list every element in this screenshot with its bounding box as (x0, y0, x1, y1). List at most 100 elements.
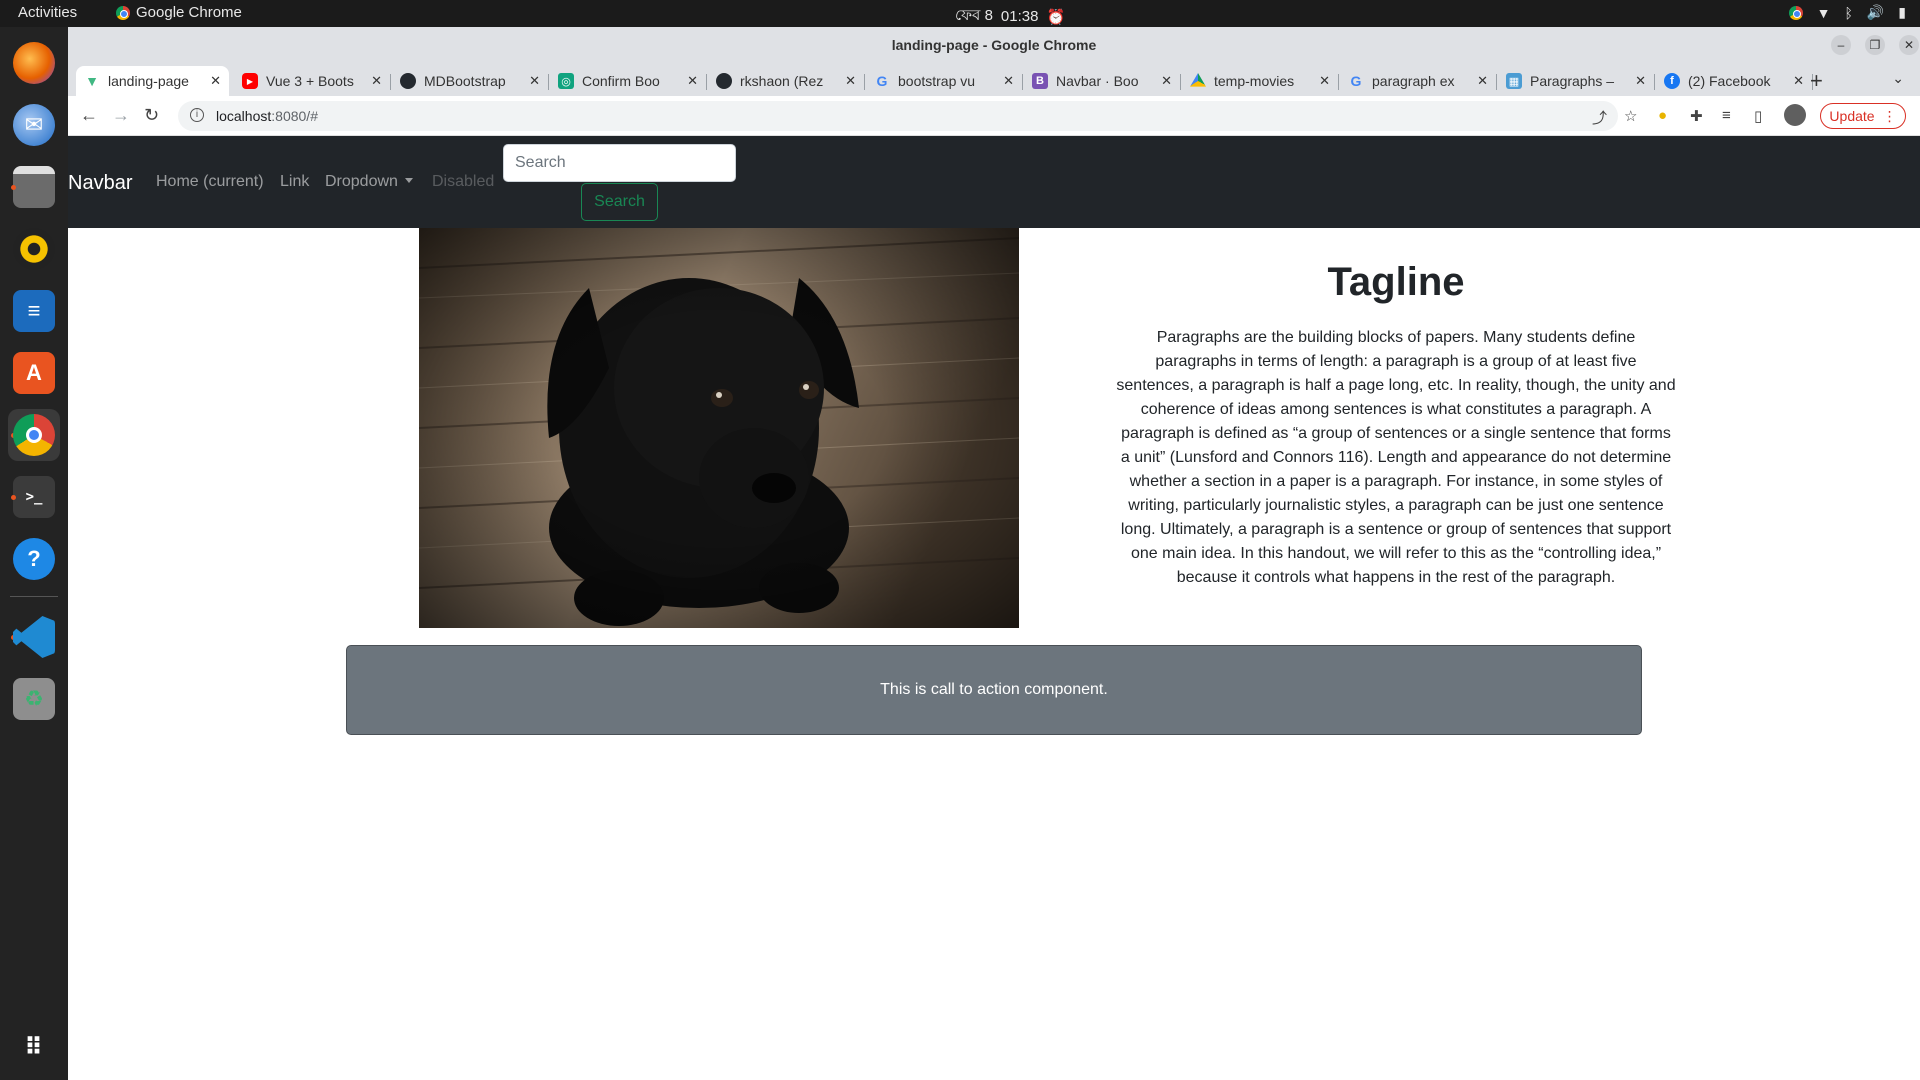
google-icon: G (876, 73, 888, 89)
help-icon: ? (13, 538, 55, 580)
puppy-illustration (419, 228, 1019, 628)
update-button[interactable]: Update ⋮ (1820, 103, 1906, 129)
dock-writer[interactable]: ≡ (8, 285, 60, 337)
drive-icon (1190, 73, 1206, 87)
call-to-action-banner: This is call to action component. (346, 645, 1642, 735)
site-info-icon[interactable]: i (190, 108, 204, 122)
dock-show-apps[interactable]: ⠿ (8, 1021, 60, 1073)
close-tab-icon[interactable]: ✕ (1793, 73, 1804, 89)
tab-rkshaon[interactable]: rkshaon (Rez ✕ (708, 66, 864, 96)
close-tab-icon[interactable]: ✕ (371, 73, 382, 89)
terminal-icon: >_ (13, 476, 55, 518)
clock[interactable]: ফেব 8 01:38 ⏰ (955, 4, 1065, 29)
share-icon[interactable]: ⤴ (1592, 107, 1607, 128)
chrome-app-icon (13, 414, 55, 456)
nav-link[interactable]: Link (280, 173, 309, 191)
unc-icon: ▦ (1506, 73, 1522, 89)
vscode-icon (13, 616, 55, 658)
tab-bootstrap-vue[interactable]: G bootstrap vu ✕ (866, 66, 1022, 96)
firefox-icon (13, 42, 55, 84)
youtube-icon: ▶ (242, 73, 258, 89)
intro-paragraph: Paragraphs are the building blocks of pa… (1116, 329, 1676, 586)
nav-home[interactable]: Home (current) (156, 173, 264, 191)
browser-window: landing-page - Google Chrome – ❐ ✕ ▼ lan… (68, 27, 1920, 1080)
close-tab-icon[interactable]: ✕ (1161, 73, 1172, 89)
media-queue-icon[interactable]: ≡ (1722, 107, 1731, 124)
extension-cookie-icon[interactable]: ● (1658, 107, 1667, 124)
nav-dropdown[interactable]: Dropdown (325, 173, 413, 191)
minimize-button[interactable]: – (1831, 35, 1851, 55)
more-menu-icon: ⋮ (1882, 107, 1897, 124)
facebook-icon: f (1664, 73, 1680, 89)
tab-facebook[interactable]: f (2) Facebook ✕ (1656, 66, 1812, 96)
trash-icon: ♻ (13, 678, 55, 720)
chrome-tray-icon (1788, 5, 1803, 20)
navbar-brand[interactable]: Navbar (68, 172, 132, 195)
close-tab-icon[interactable]: ✕ (1003, 73, 1014, 89)
tagline-heading: Tagline (1327, 260, 1465, 304)
github-icon (400, 73, 416, 89)
tab-youtube[interactable]: ▶ Vue 3 + Boots ✕ (234, 66, 390, 96)
dock: ✉ ≡ A >_ ? ♻ ⠿ (0, 27, 68, 1080)
forward-button[interactable]: → (112, 105, 130, 126)
close-window-button[interactable]: ✕ (1899, 35, 1919, 55)
window-title: landing-page - Google Chrome (891, 37, 1097, 53)
dock-separator (10, 596, 58, 597)
close-tab-icon[interactable]: ✕ (845, 73, 856, 89)
app-menu[interactable]: Google Chrome (116, 4, 242, 21)
tab-strip: ▼ landing-page ✕ ▶ Vue 3 + Boots ✕ MDBoo… (68, 64, 1920, 96)
address-bar[interactable]: i localhost:8080/# (178, 101, 1618, 131)
dock-thunderbird[interactable]: ✉ (8, 99, 60, 151)
dock-terminal[interactable]: >_ (8, 471, 60, 523)
dock-rhythmbox[interactable] (8, 223, 60, 275)
battery-icon: ▮ (1898, 4, 1906, 20)
hero-image-puppy (419, 228, 1019, 628)
thunderbird-icon: ✉ (13, 104, 55, 146)
side-panel-icon[interactable]: ▯ (1754, 107, 1762, 125)
dock-trash[interactable]: ♻ (8, 673, 60, 725)
tab-paragraphs[interactable]: ▦ Paragraphs – ✕ (1498, 66, 1654, 96)
chrome-icon (116, 5, 130, 20)
extensions-puzzle-icon[interactable]: ✚ (1690, 107, 1703, 125)
search-button[interactable]: Search (581, 183, 658, 221)
openai-icon: ◎ (558, 73, 574, 89)
dock-files[interactable] (8, 161, 60, 213)
site-navbar: Navbar Home (current) Link Dropdown Disa… (68, 136, 1920, 228)
maximize-button[interactable]: ❐ (1865, 35, 1885, 55)
search-input[interactable] (503, 144, 736, 182)
back-button[interactable]: ← (80, 105, 98, 126)
vue-icon: ▼ (85, 73, 99, 89)
tab-chatgpt[interactable]: ◎ Confirm Boo ✕ (550, 66, 706, 96)
system-tray[interactable]: ▼ ᛒ 🔊 ▮ (1788, 4, 1906, 21)
reload-button[interactable]: ↻ (144, 105, 159, 126)
close-tab-icon[interactable]: ✕ (1319, 73, 1330, 89)
app-menu-label: Google Chrome (136, 4, 242, 21)
dock-vscode[interactable] (8, 611, 60, 663)
cta-text: This is call to action component. (880, 681, 1108, 698)
close-tab-icon[interactable]: ✕ (1635, 73, 1646, 89)
close-tab-icon[interactable]: ✕ (529, 73, 540, 89)
tab-navbar-bootstrap[interactable]: B Navbar · Boo ✕ (1024, 66, 1180, 96)
app-center-icon: A (13, 352, 55, 394)
running-indicator (11, 185, 16, 190)
close-tab-icon[interactable]: ✕ (1477, 73, 1488, 89)
volume-icon: 🔊 (1866, 4, 1885, 20)
grid-icon: ⠿ (24, 1033, 44, 1061)
dock-help[interactable]: ? (8, 533, 60, 585)
dock-firefox[interactable] (8, 37, 60, 89)
activities-button[interactable]: Activities (18, 4, 77, 21)
dock-app-center[interactable]: A (8, 347, 60, 399)
tab-landing-page[interactable]: ▼ landing-page ✕ (76, 66, 229, 96)
nav-disabled: Disabled (432, 173, 495, 190)
profile-avatar[interactable] (1784, 104, 1806, 126)
dock-chrome[interactable] (8, 409, 60, 461)
close-tab-icon[interactable]: ✕ (687, 73, 698, 89)
tab-temp-movies[interactable]: temp-movies ✕ (1182, 66, 1338, 96)
bookmark-star-icon[interactable]: ☆ (1624, 107, 1637, 125)
tab-search-chevron-icon[interactable]: ⌄ (1892, 70, 1904, 87)
tab-mdbootstrap[interactable]: MDBootstrap ✕ (392, 66, 548, 96)
clock-time: 01:38 (1000, 8, 1039, 25)
close-tab-icon[interactable]: ✕ (210, 73, 221, 89)
tab-paragraph-ex[interactable]: G paragraph ex ✕ (1340, 66, 1496, 96)
new-tab-button[interactable]: + (1810, 68, 1823, 94)
